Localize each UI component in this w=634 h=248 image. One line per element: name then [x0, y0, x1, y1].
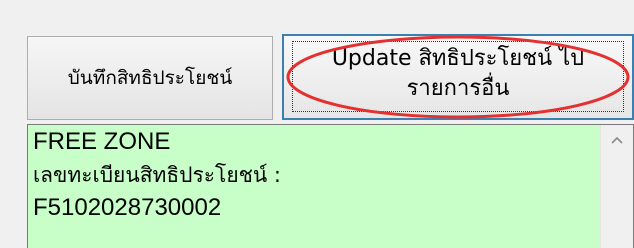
registration-label: เลขทะเบียนสิทธิประโยชน์ : — [33, 163, 282, 187]
update-benefit-button[interactable]: Update สิทธิประโยชน์ ไป รายการอื่น — [282, 34, 634, 120]
registration-number: F5102028730002 — [33, 194, 222, 221]
chevron-up-icon — [611, 136, 623, 144]
scroll-up-button[interactable] — [601, 125, 633, 155]
save-benefit-label: บันทึกสิทธิประโยชน์ — [67, 67, 233, 89]
zone-text: FREE ZONE — [33, 128, 171, 155]
vertical-scrollbar[interactable] — [600, 125, 633, 248]
benefit-info-textbox[interactable]: FREE ZONE เลขทะเบียนสิทธิประโยชน์ : F510… — [27, 124, 634, 248]
textbox-content: FREE ZONE เลขทะเบียนสิทธิประโยชน์ : F510… — [33, 127, 593, 223]
update-label-line2: รายการอื่น — [406, 76, 510, 101]
save-benefit-button[interactable]: บันทึกสิทธิประโยชน์ — [27, 36, 273, 120]
update-label-line1: Update สิทธิประโยชน์ ไป — [331, 46, 585, 71]
window-area: บันทึกสิทธิประโยชน์ Update สิทธิประโยชน์… — [0, 0, 634, 248]
update-benefit-label: Update สิทธิประโยชน์ ไป รายการอื่น — [332, 44, 584, 104]
